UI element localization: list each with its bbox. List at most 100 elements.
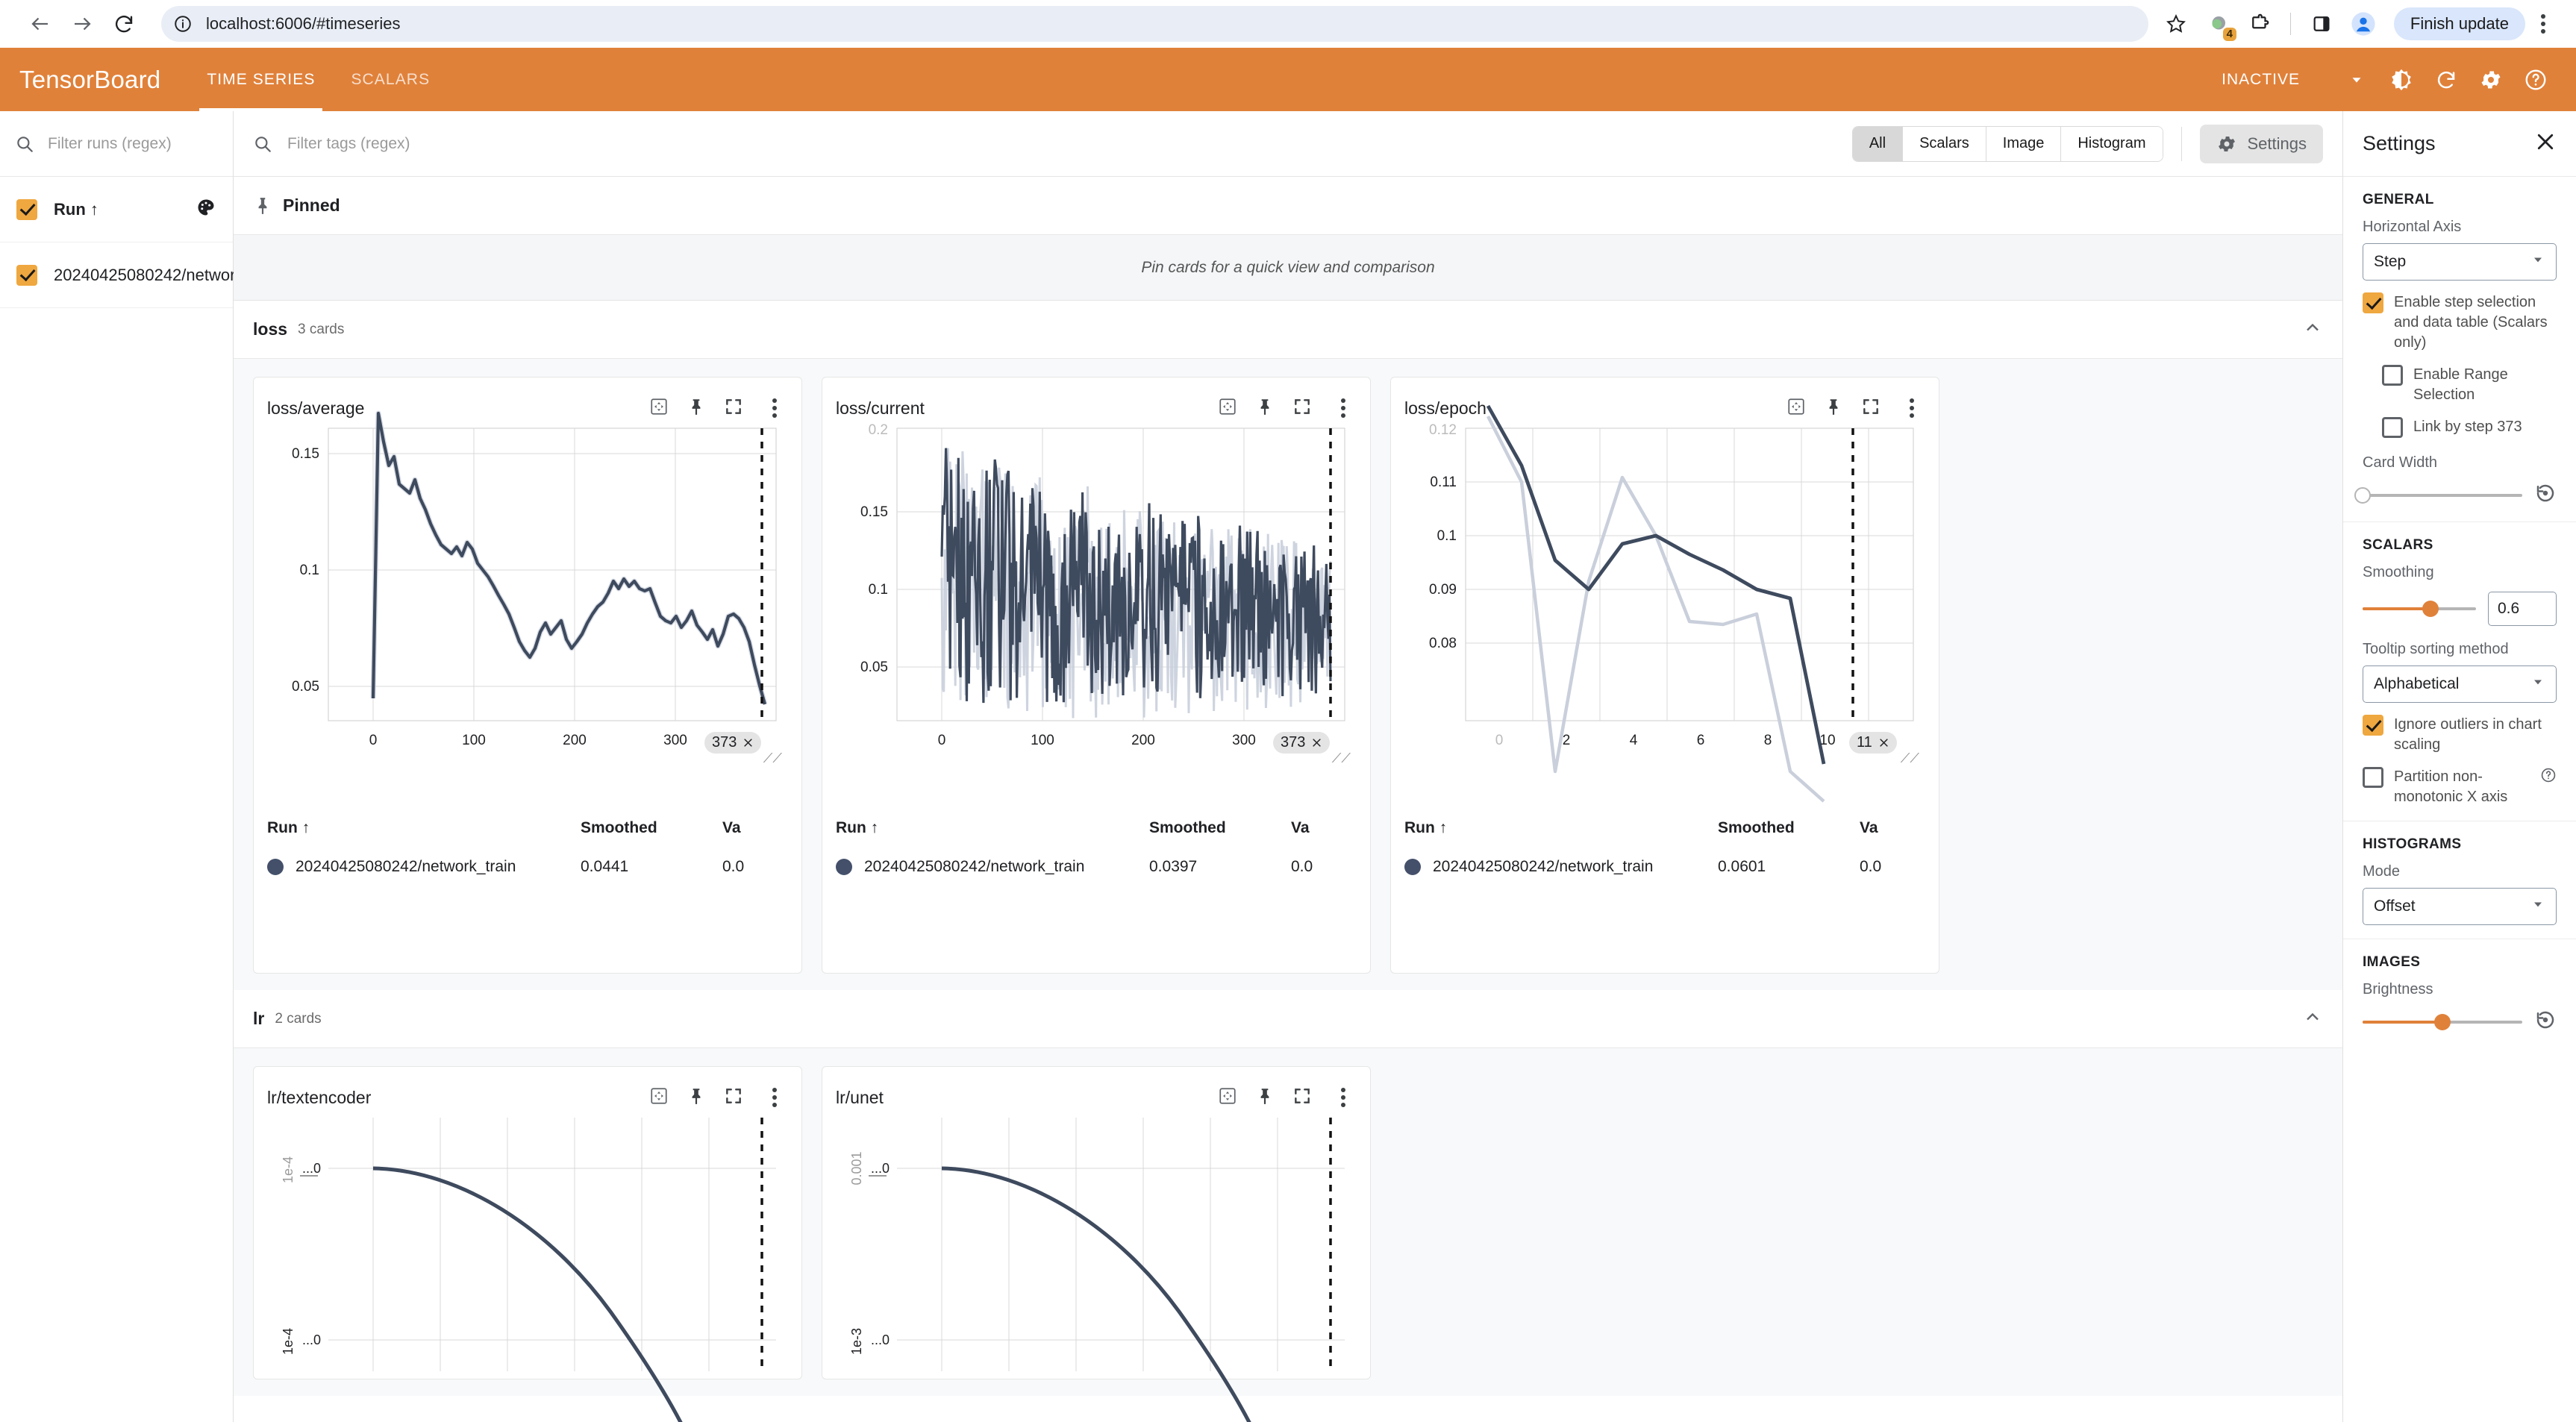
fullscreen-icon[interactable]	[1292, 1086, 1312, 1109]
card-width-slider-row[interactable]	[2363, 482, 2557, 508]
column-run[interactable]: Run ↑	[1404, 819, 1718, 837]
reload-data-icon[interactable]	[2425, 59, 2467, 101]
resize-grip-icon[interactable]: ⟋⟋	[1332, 751, 1351, 766]
card-loss-current[interactable]: loss/current 0.2 0.15 0.1	[822, 377, 1371, 974]
extensions-icon[interactable]	[2241, 5, 2278, 43]
help-icon[interactable]	[2540, 767, 2557, 787]
side-panel-icon[interactable]	[2303, 5, 2340, 43]
partition-non-monotonic-row[interactable]: Partition non-monotonic X axis	[2363, 767, 2557, 807]
resize-grip-icon[interactable]: ⟋⟋	[1901, 751, 1919, 766]
brightness-slider-row[interactable]	[2363, 1009, 2557, 1035]
group-header-lr[interactable]: lr 2 cards	[234, 990, 2342, 1048]
pin-card-icon[interactable]	[687, 396, 706, 421]
enable-range-selection-checkbox[interactable]	[2382, 365, 2403, 386]
filter-all[interactable]: All	[1853, 127, 1903, 161]
fit-domain-icon[interactable]	[649, 1086, 669, 1109]
bookmark-star-icon[interactable]	[2157, 5, 2195, 43]
filter-histogram[interactable]: Histogram	[2061, 127, 2162, 161]
selected-step-chip[interactable]: 11	[1849, 732, 1897, 754]
column-run[interactable]: Run ↑	[267, 819, 581, 837]
card-menu-icon[interactable]	[1330, 1088, 1357, 1107]
fullscreen-icon[interactable]	[1292, 397, 1312, 420]
tab-scalars[interactable]: SCALARS	[333, 48, 448, 111]
histogram-mode-select[interactable]: Offset	[2363, 888, 2557, 925]
selected-step-chip[interactable]: 373	[1273, 732, 1330, 754]
brightness-slider[interactable]	[2363, 1021, 2522, 1024]
fit-domain-icon[interactable]	[649, 397, 669, 420]
column-value[interactable]: Va	[1860, 819, 1912, 837]
tab-time-series[interactable]: TIME SERIES	[189, 48, 333, 111]
run-checkbox[interactable]	[16, 265, 37, 286]
address-bar[interactable]: localhost:6006/#timeseries	[161, 6, 2148, 42]
card-width-slider[interactable]	[2363, 494, 2522, 497]
run-list-item[interactable]: 20240425080242/network_train	[0, 242, 233, 308]
cards-scroll-area[interactable]: Pinned Pin cards for a quick view and co…	[234, 177, 2342, 1422]
card-menu-icon[interactable]	[1330, 398, 1357, 418]
pin-card-icon[interactable]	[1255, 396, 1275, 421]
filter-image[interactable]: Image	[1986, 127, 2062, 161]
link-by-step-checkbox[interactable]	[2382, 417, 2403, 438]
extensions-puzzle-icon[interactable]: 4	[2199, 5, 2236, 43]
tooltip-sorting-select[interactable]: Alphabetical	[2363, 665, 2557, 703]
pin-card-icon[interactable]	[1255, 1086, 1275, 1110]
smoothing-slider[interactable]	[2363, 607, 2476, 610]
chart-lr-unet[interactable]: 0.001 ...0 1e-3 ...0	[836, 1118, 1357, 1371]
run-filter-input[interactable]: Filter runs (regex)	[0, 111, 233, 177]
chart-lr-textencoder[interactable]: 1e-4 ...0 1e-4 ...0	[267, 1118, 788, 1371]
settings-gear-icon[interactable]	[2470, 59, 2512, 101]
runs-header-row[interactable]: Run ↑	[0, 177, 233, 242]
site-info-icon[interactable]	[172, 13, 194, 35]
enable-step-selection-checkbox[interactable]	[2363, 292, 2383, 313]
chrome-menu-icon[interactable]	[2530, 14, 2557, 34]
settings-button[interactable]: Settings	[2200, 125, 2324, 163]
chevron-down-icon[interactable]	[2336, 59, 2378, 101]
column-run[interactable]: Run ↑	[836, 819, 1149, 837]
partition-non-monotonic-checkbox[interactable]	[2363, 767, 2383, 788]
group-header-loss[interactable]: loss 3 cards	[234, 301, 2342, 359]
column-value[interactable]: Va	[722, 819, 775, 837]
pin-card-icon[interactable]	[1824, 396, 1843, 421]
smoothing-value-input[interactable]: 0.6	[2488, 592, 2557, 626]
pin-card-icon[interactable]	[687, 1086, 706, 1110]
card-lr-unet[interactable]: lr/unet 0.001 ...0 1e-3	[822, 1066, 1371, 1379]
finish-update-button[interactable]: Finish update	[2394, 7, 2525, 40]
back-arrow-icon[interactable]	[19, 3, 61, 45]
column-smoothed[interactable]: Smoothed	[1149, 819, 1291, 837]
reset-card-width-icon[interactable]	[2534, 482, 2557, 508]
card-menu-icon[interactable]	[761, 398, 788, 418]
fit-domain-icon[interactable]	[1218, 1086, 1237, 1109]
column-smoothed[interactable]: Smoothed	[581, 819, 722, 837]
horizontal-axis-select[interactable]: Step	[2363, 243, 2557, 281]
close-icon[interactable]	[2534, 131, 2557, 157]
fullscreen-icon[interactable]	[724, 1086, 743, 1109]
chevron-up-icon[interactable]	[2302, 1006, 2323, 1031]
enable-range-selection-row[interactable]: Enable Range Selection	[2382, 365, 2557, 405]
chevron-up-icon[interactable]	[2302, 317, 2323, 342]
enable-step-selection-row[interactable]: Enable step selection and data table (Sc…	[2363, 292, 2557, 353]
link-by-step-row[interactable]: Link by step 373	[2382, 417, 2557, 438]
select-all-runs-checkbox[interactable]	[16, 199, 37, 220]
card-loss-average[interactable]: loss/average 0.15 0.1	[253, 377, 802, 974]
help-icon[interactable]	[2515, 59, 2557, 101]
fullscreen-icon[interactable]	[1861, 397, 1881, 420]
filter-scalars[interactable]: Scalars	[1903, 127, 1986, 161]
chart-loss-current[interactable]: 0.2 0.15 0.1 0.05	[836, 428, 1357, 801]
selected-step-chip[interactable]: 373	[704, 732, 761, 754]
reset-brightness-icon[interactable]	[2534, 1009, 2557, 1035]
card-menu-icon[interactable]	[1898, 398, 1925, 418]
brightness-contrast-icon[interactable]	[2380, 59, 2422, 101]
tag-filter-placeholder[interactable]: Filter tags (regex)	[287, 135, 410, 153]
resize-grip-icon[interactable]: ⟋⟋	[763, 751, 782, 766]
reload-icon[interactable]	[103, 3, 145, 45]
forward-arrow-icon[interactable]	[61, 3, 103, 45]
column-value[interactable]: Va	[1291, 819, 1343, 837]
fit-domain-icon[interactable]	[1786, 397, 1806, 420]
ignore-outliers-row[interactable]: Ignore outliers in chart scaling	[2363, 715, 2557, 755]
ignore-outliers-checkbox[interactable]	[2363, 715, 2383, 736]
card-loss-epoch[interactable]: loss/epoch 0.12 0.11 0.1	[1390, 377, 1939, 974]
smoothing-slider-row[interactable]: 0.6	[2363, 592, 2557, 626]
fullscreen-icon[interactable]	[724, 397, 743, 420]
fit-domain-icon[interactable]	[1218, 397, 1237, 420]
profile-avatar-icon[interactable]	[2345, 5, 2382, 43]
card-lr-textencoder[interactable]: lr/textencoder 1e-4 ...0 1e-4	[253, 1066, 802, 1379]
